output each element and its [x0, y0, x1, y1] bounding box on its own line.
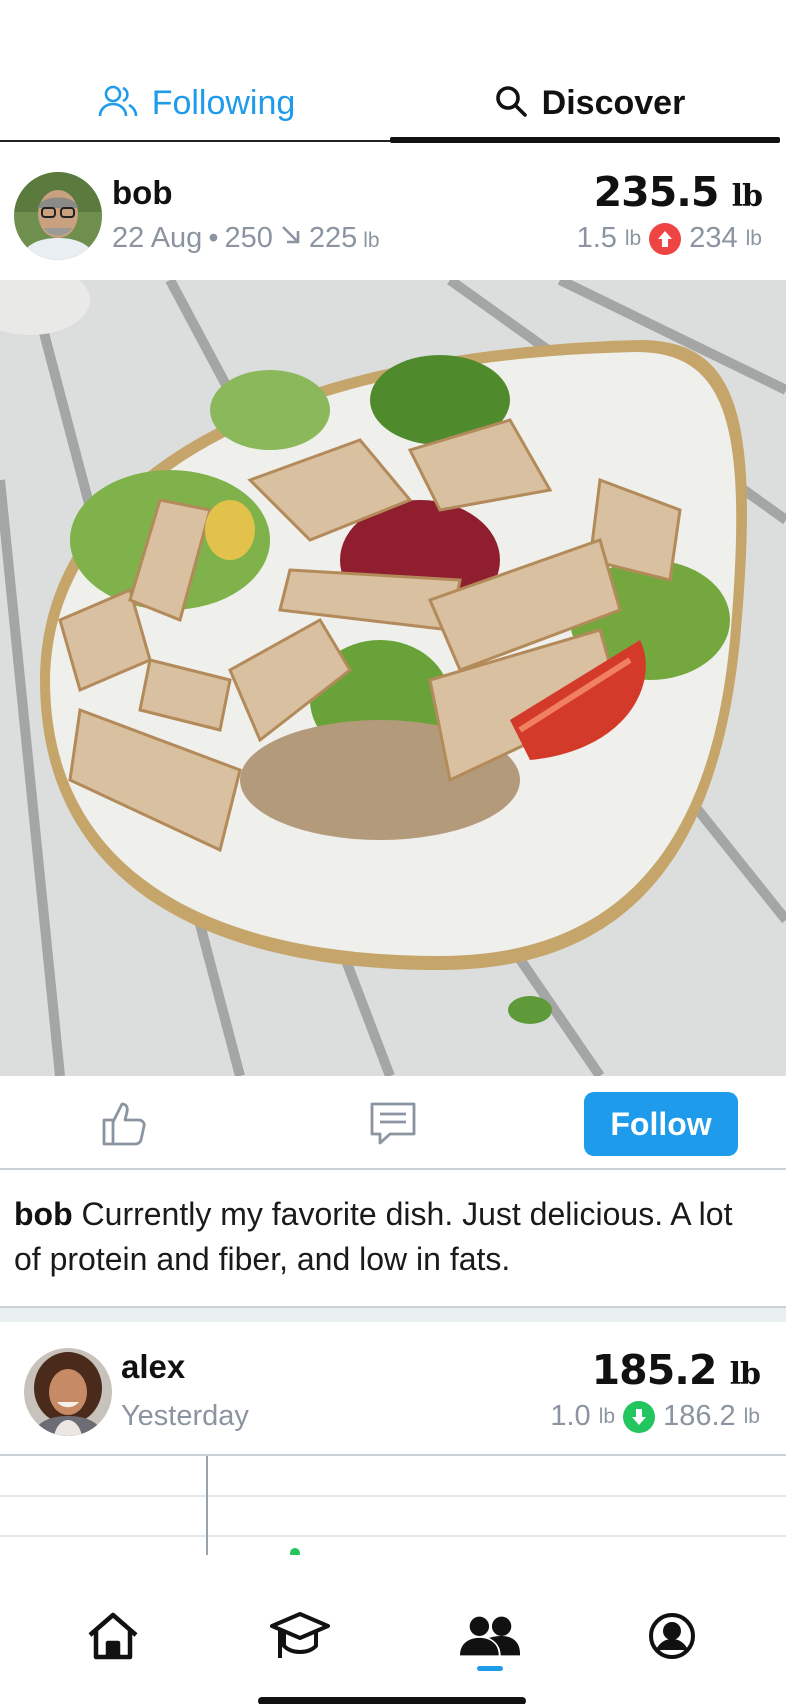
change-unit: lb	[598, 1404, 616, 1428]
comment-icon[interactable]	[368, 1098, 418, 1148]
trend-down-arrow-icon	[279, 222, 303, 255]
current-weight-unit: lb	[731, 179, 763, 214]
goal-weight: 225	[308, 222, 358, 254]
post-header-bob: bob 22 Aug • 250 225 lb 235.5 lb 1.5 lb …	[0, 144, 786, 272]
arrow-up-circle-icon	[649, 222, 682, 255]
post-separator	[0, 1306, 786, 1322]
graduation-cap-icon[interactable]	[270, 1606, 330, 1666]
caption-username[interactable]: bob	[14, 1196, 73, 1232]
avatar-alex[interactable]	[24, 1348, 112, 1436]
post-header-alex: alex Yesterday 185.2 lb 1.0 lb 186.2 lb	[0, 1322, 786, 1455]
weight-chart-preview	[0, 1455, 786, 1555]
people-outline-icon	[98, 83, 138, 124]
community-icon[interactable]	[460, 1606, 520, 1666]
tab-discover-label: Discover	[541, 83, 686, 122]
weight-change: 1.5 lb 234 lb	[577, 222, 762, 255]
previous-weight-unit: lb	[745, 226, 762, 250]
current-weight-value: 235.5	[593, 168, 720, 216]
home-indicator-bar	[258, 1697, 526, 1704]
bottom-navigation	[0, 1556, 786, 1704]
caption-text: Currently my favorite dish. Just delicio…	[14, 1196, 733, 1277]
tab-discover[interactable]: Discover	[393, 62, 786, 144]
post-meta: Yesterday	[121, 1400, 249, 1433]
current-weight: 235.5 lb	[593, 168, 763, 216]
post-username[interactable]: bob	[112, 174, 172, 212]
post-username[interactable]: alex	[121, 1348, 185, 1386]
post-meta: 22 Aug • 250 225 lb	[112, 222, 380, 255]
tabs-divider	[0, 140, 392, 142]
feed-tabs: Following Discover	[0, 62, 786, 144]
dot-separator: •	[208, 222, 219, 254]
current-weight-unit: lb	[729, 1357, 761, 1392]
home-icon[interactable]	[83, 1606, 143, 1666]
weight-change: 1.0 lb 186.2 lb	[550, 1400, 760, 1433]
follow-button[interactable]: Follow	[584, 1092, 738, 1156]
post-date: 22 Aug	[112, 222, 203, 254]
profile-icon[interactable]	[642, 1606, 702, 1666]
arrow-down-circle-icon	[623, 1400, 656, 1433]
goal-weight-unit: lb	[363, 229, 380, 252]
active-tab-indicator	[390, 137, 780, 143]
previous-weight: 234	[689, 222, 738, 254]
search-icon	[494, 84, 528, 123]
post-actions: Follow	[0, 1076, 786, 1170]
current-weight-value: 185.2	[591, 1346, 718, 1394]
previous-weight: 186.2	[663, 1400, 736, 1432]
post-caption: bob Currently my favorite dish. Just del…	[14, 1192, 754, 1282]
tab-following[interactable]: Following	[0, 62, 393, 144]
thumbs-up-icon[interactable]	[100, 1098, 150, 1148]
post-photo[interactable]	[0, 280, 786, 1076]
active-nav-indicator	[477, 1666, 503, 1671]
change-amount: 1.0	[550, 1400, 591, 1432]
post-date: Yesterday	[121, 1400, 249, 1432]
avatar-bob[interactable]	[14, 172, 102, 260]
change-unit: lb	[624, 226, 642, 250]
current-weight: 185.2 lb	[591, 1346, 761, 1394]
previous-weight-unit: lb	[743, 1404, 760, 1428]
tab-following-label: Following	[151, 83, 296, 122]
change-amount: 1.5	[576, 222, 617, 254]
start-weight: 250	[224, 222, 273, 254]
